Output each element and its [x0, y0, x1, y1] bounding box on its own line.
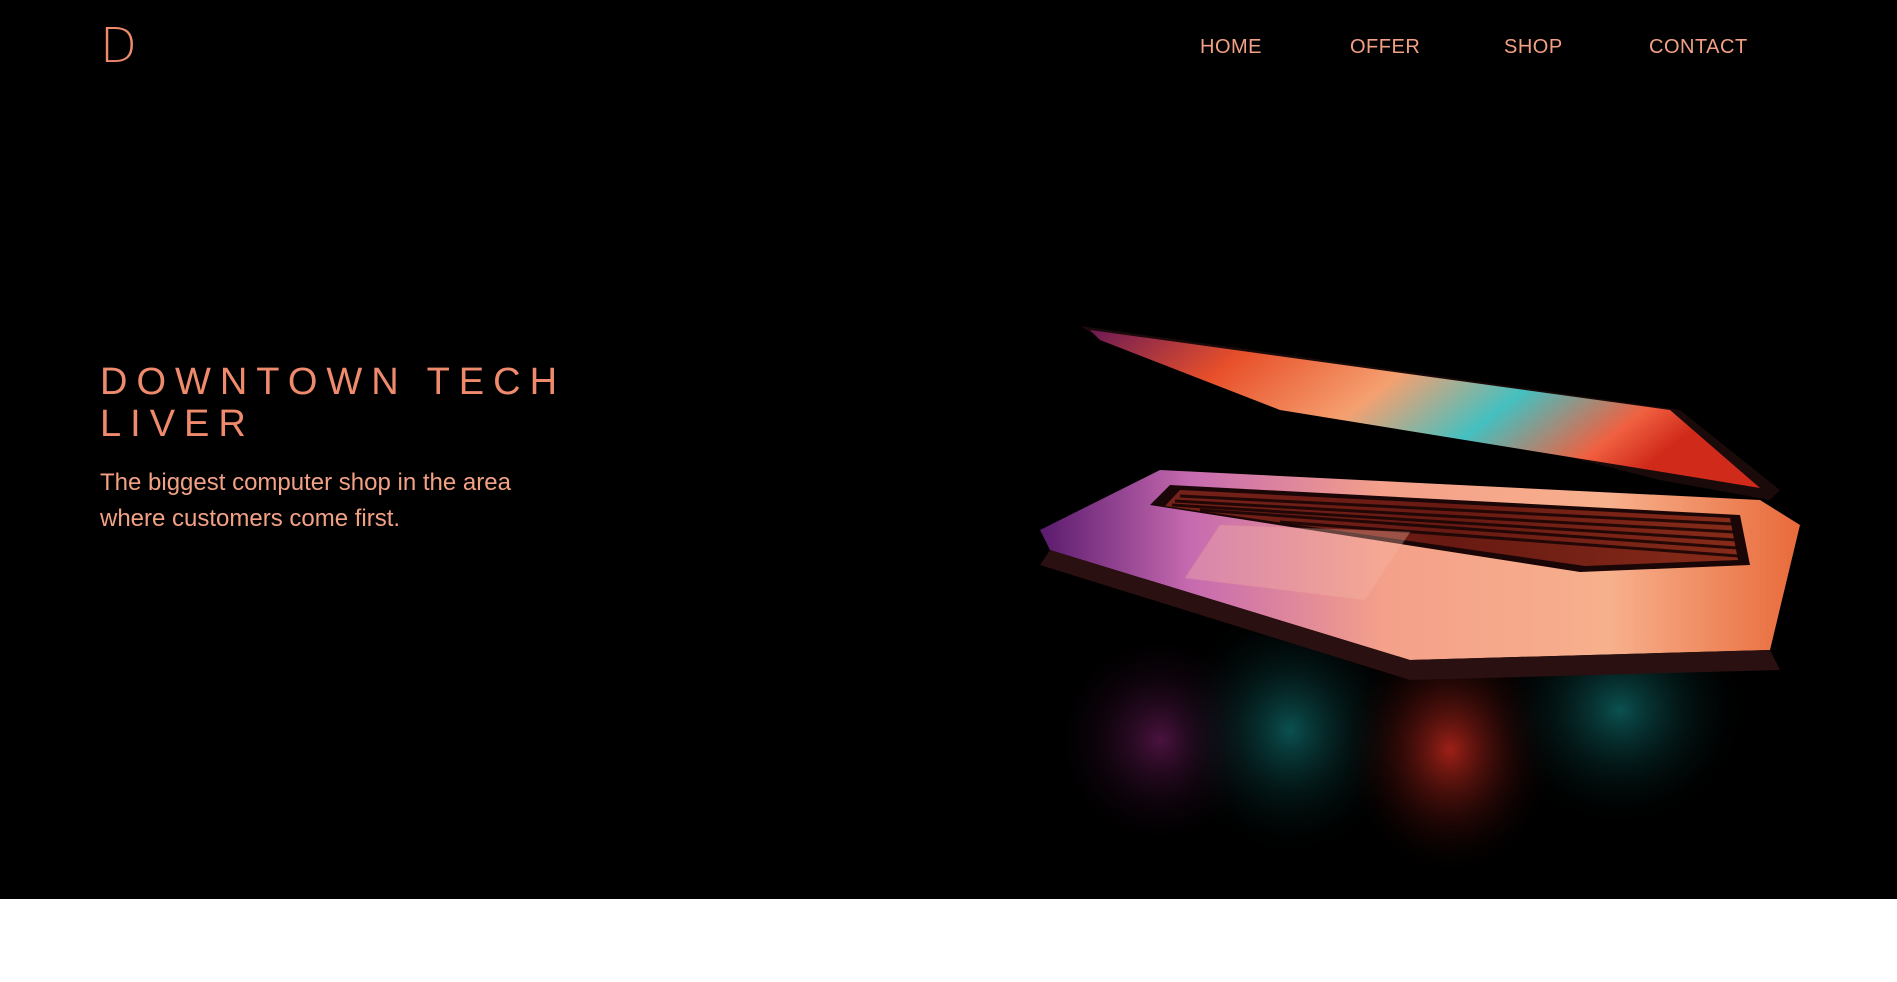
hero-section: D HOME OFFER SHOP CONTACT DOWNTOWN TECH … — [0, 0, 1897, 899]
laptop-photo — [980, 310, 1810, 899]
site-logo[interactable]: D — [100, 22, 137, 70]
nav-item-home[interactable]: HOME — [1200, 36, 1262, 59]
nav-item-offer[interactable]: OFFER — [1350, 36, 1420, 59]
nav-item-contact[interactable]: CONTACT — [1649, 36, 1748, 59]
below-fold-section — [0, 899, 1897, 982]
hero-tagline: The biggest computer shop in the area wh… — [100, 469, 511, 532]
hero-title: DOWNTOWN TECH LIVER — [100, 361, 567, 446]
nav-item-shop[interactable]: SHOP — [1504, 36, 1563, 59]
